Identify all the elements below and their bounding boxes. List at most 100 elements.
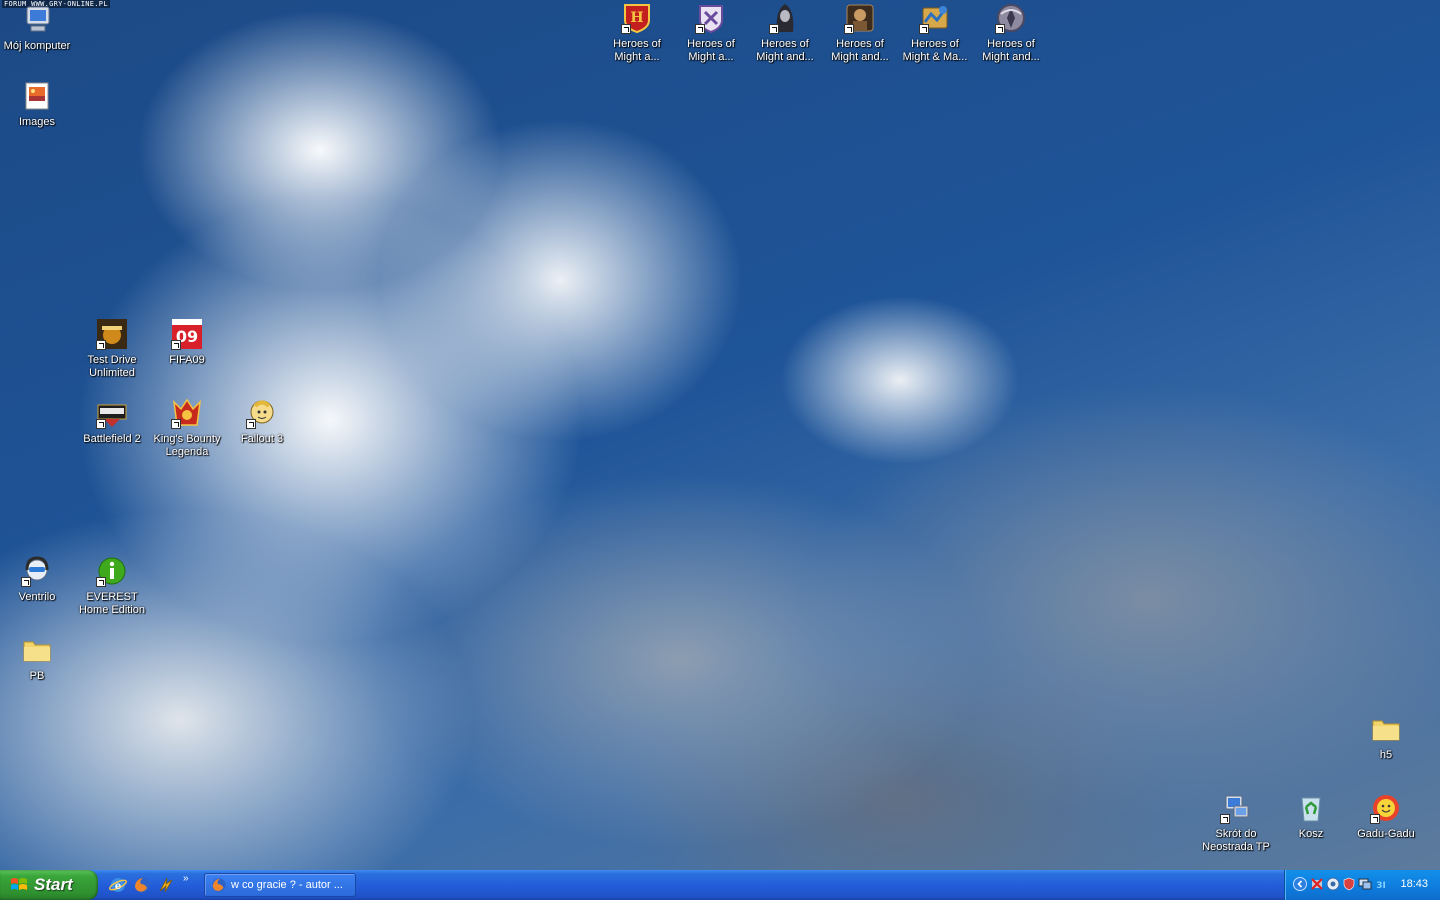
desktop-icon-heroes-3[interactable]: Heroes of Might and... xyxy=(748,2,822,64)
shortcut-arrow-icon xyxy=(621,24,631,34)
tray-app-3[interactable] xyxy=(1358,877,1372,891)
tray-network-error[interactable] xyxy=(1310,877,1324,891)
desktop-icon-neostrada[interactable]: Skrót do Neostrada TP xyxy=(1199,792,1273,854)
desktop-icon-test-drive-unlimited[interactable]: Test Drive Unlimited xyxy=(75,318,149,380)
icon-label: FIFA09 xyxy=(169,354,205,366)
heroes-knight-icon xyxy=(695,2,727,34)
icon-label: Mój komputer xyxy=(3,40,71,52)
image-folder-icon xyxy=(21,80,53,112)
shortcut-arrow-icon xyxy=(171,340,181,350)
sun-flower-icon xyxy=(1370,792,1402,824)
shortcut-arrow-icon xyxy=(96,577,106,587)
desktop-icon-kings-bounty[interactable]: King's Bounty Legenda xyxy=(150,397,224,459)
svg-text:H: H xyxy=(630,10,643,26)
network-icon xyxy=(1220,792,1252,824)
folder-icon xyxy=(1370,713,1402,745)
icon-label: Test Drive Unlimited xyxy=(87,354,137,379)
icon-label: Heroes of Might & Ma... xyxy=(902,38,968,63)
desktop-icon-images[interactable]: Images xyxy=(0,80,74,129)
icon-label: PB xyxy=(29,670,45,682)
shortcut-arrow-icon xyxy=(1220,814,1230,824)
quick-launch-winamp[interactable] xyxy=(157,876,175,894)
internet-explorer-icon: e xyxy=(108,878,128,892)
icon-label: Skrót do Neostrada TP xyxy=(1202,828,1270,853)
quick-launch-internet-explorer[interactable]: e xyxy=(108,876,128,894)
winamp-icon xyxy=(159,877,173,893)
desktop-icon-battlefield-2[interactable]: Battlefield 2 xyxy=(75,397,149,446)
desktop-icon-moj-komputer[interactable]: Mój komputer xyxy=(0,4,74,53)
svg-text:3I: 3I xyxy=(1376,881,1386,891)
desktop-icon-heroes-4[interactable]: Heroes of Might and... xyxy=(823,2,897,64)
icon-label: h5 xyxy=(1379,749,1393,761)
icon-label: Images xyxy=(18,116,56,128)
desktop-icon-h5[interactable]: h5 xyxy=(1349,713,1423,762)
icon-label: Battlefield 2 xyxy=(83,433,141,445)
shortcut-arrow-icon xyxy=(96,340,106,350)
battlefield-icon xyxy=(96,397,128,429)
icon-label: Heroes of Might a... xyxy=(687,38,735,63)
shortcut-arrow-icon xyxy=(171,419,181,429)
heroes-crest-icon xyxy=(995,2,1027,34)
shortcut-arrow-icon xyxy=(844,24,854,34)
quick-launch-chevron[interactable]: » xyxy=(183,873,189,884)
shortcut-arrow-icon xyxy=(246,419,256,429)
folder-icon xyxy=(21,634,53,666)
shortcut-arrow-icon xyxy=(769,24,779,34)
desktop-icon-everest[interactable]: EVEREST Home Edition xyxy=(75,555,149,617)
tray-app-1[interactable] xyxy=(1326,877,1340,891)
tray-app-4[interactable]: 3I xyxy=(1374,877,1388,891)
heroes-shield-icon: H xyxy=(621,2,653,34)
desktop-icon-pb[interactable]: PB xyxy=(0,634,74,683)
quick-launch-firefox[interactable] xyxy=(133,876,151,894)
icon-label: Ventrilo xyxy=(18,591,56,603)
desktop-icon-heroes-1[interactable]: H Heroes of Might a... xyxy=(600,2,674,64)
firefox-icon xyxy=(134,877,150,893)
recycle-bin-icon xyxy=(1295,792,1327,824)
shortcut-arrow-icon xyxy=(695,24,705,34)
fifa-icon: 09 xyxy=(171,318,203,350)
tray-app-2[interactable] xyxy=(1342,877,1356,891)
desktop-icon-kosz[interactable]: Kosz xyxy=(1274,792,1348,841)
computer-icon xyxy=(21,4,53,36)
shield-icon xyxy=(1343,877,1355,891)
taskbar-window-button[interactable]: w co gracie ? - autor ... xyxy=(204,873,356,897)
icon-label: Heroes of Might a... xyxy=(613,38,661,63)
windows-logo-icon xyxy=(11,878,27,890)
desktop-icon-ventrilo[interactable]: Ventrilo xyxy=(0,555,74,604)
heroes-warrior-icon xyxy=(844,2,876,34)
globe-icon xyxy=(1326,877,1340,891)
system-tray: 3I 18:43 xyxy=(1284,870,1440,900)
icon-label: Heroes of Might and... xyxy=(831,38,889,63)
desktop-icon-heroes-5[interactable]: Heroes of Might & Ma... xyxy=(898,2,972,64)
start-label: Start xyxy=(34,875,73,894)
heroes-dark-icon xyxy=(769,2,801,34)
tray-expand-button[interactable] xyxy=(1293,877,1307,891)
info-icon xyxy=(96,555,128,587)
shortcut-arrow-icon xyxy=(96,419,106,429)
icon-label: King's Bounty Legenda xyxy=(153,433,221,458)
desktop-icon-gadu-gadu[interactable]: Gadu-Gadu xyxy=(1349,792,1423,841)
icon-label: Kosz xyxy=(1298,828,1324,840)
headset-icon xyxy=(21,555,53,587)
desktop-icon-heroes-6[interactable]: Heroes of Might and... xyxy=(974,2,1048,64)
desktop[interactable]: FORUM WWW.GRY-ONLINE.PL Mój komputer Ima… xyxy=(0,0,1440,870)
desktop-icon-fallout-3[interactable]: Fallout 3 xyxy=(225,397,299,446)
monitor-icon xyxy=(1358,878,1372,890)
car-game-icon xyxy=(96,318,128,350)
kings-bounty-icon xyxy=(171,397,203,429)
clock[interactable]: 18:43 xyxy=(1400,878,1428,890)
start-button[interactable]: Start xyxy=(0,870,98,900)
shortcut-arrow-icon xyxy=(919,24,929,34)
svg-text:e: e xyxy=(115,881,121,892)
icon-label: EVEREST Home Edition xyxy=(78,591,146,616)
shortcut-arrow-icon xyxy=(995,24,1005,34)
heroes-map-icon xyxy=(919,2,951,34)
taskbar-window-title: w co gracie ? - autor ... xyxy=(231,879,343,891)
icon-label: Fallout 3 xyxy=(240,433,284,445)
icon-label: Heroes of Might and... xyxy=(982,38,1040,63)
desktop-icon-fifa09[interactable]: 09 FIFA09 xyxy=(150,318,224,367)
vault-boy-icon xyxy=(246,397,278,429)
desktop-icon-heroes-2[interactable]: Heroes of Might a... xyxy=(674,2,748,64)
firefox-icon xyxy=(212,878,226,892)
sound-icon: 3I xyxy=(1376,881,1386,891)
